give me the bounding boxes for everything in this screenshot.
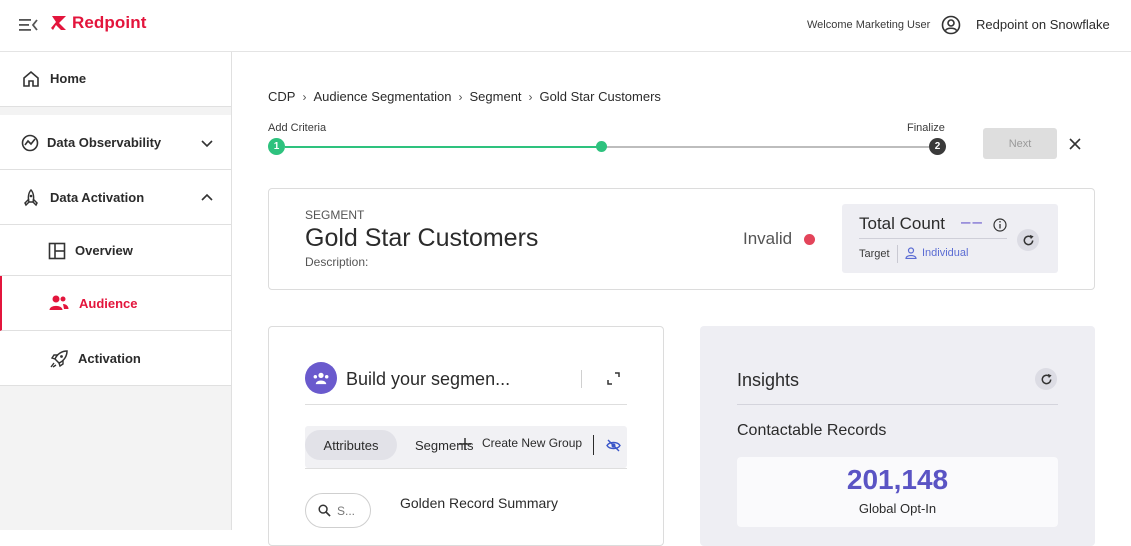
step-1-indicator[interactable]: 1	[268, 138, 285, 155]
top-bar: Redpoint Welcome Marketing User Redpoint…	[0, 0, 1131, 52]
segment-description-label: Description:	[305, 255, 369, 269]
sidebar-item-data-activation[interactable]: Data Activation	[0, 170, 231, 225]
sidebar-item-label: Data Activation	[50, 190, 145, 205]
user-account-icon[interactable]	[941, 15, 961, 35]
info-icon[interactable]	[993, 218, 1007, 232]
tabs-divider-line	[305, 468, 627, 469]
chevron-up-icon[interactable]	[201, 192, 213, 204]
builder-divider	[581, 370, 582, 388]
sidebar-item-data-observability[interactable]: Data Observability	[0, 115, 231, 170]
step-label-add-criteria: Add Criteria	[268, 122, 327, 134]
stepper-current-marker	[596, 141, 607, 152]
builder-title: Build your segmen...	[346, 369, 511, 389]
refresh-icon	[1023, 234, 1034, 245]
sidebar-item-label: Activation	[78, 351, 141, 366]
close-icon[interactable]	[1067, 136, 1083, 152]
expand-icon[interactable]	[607, 372, 620, 385]
total-count-label: Total Count	[859, 214, 945, 233]
builder-divider-line	[305, 404, 627, 405]
sidebar-item-label: Data Observability	[47, 135, 162, 150]
segment-kicker: SEGMENT	[305, 208, 365, 222]
search-icon	[318, 504, 331, 517]
target-value: Individual	[922, 247, 969, 259]
opt-in-count: 201,148	[846, 464, 949, 495]
step-label-finalize: Finalize	[907, 122, 945, 134]
breadcrumb-item[interactable]: Audience Segmentation	[313, 89, 451, 104]
breadcrumb-item[interactable]: CDP	[268, 89, 295, 104]
contactable-records-title: Contactable Records	[737, 422, 887, 439]
redpoint-logo-icon	[51, 16, 66, 30]
search-placeholder: S...	[337, 503, 356, 518]
eye-off-icon[interactable]	[606, 438, 621, 453]
tabs-divider	[593, 435, 594, 455]
brand-name: Redpoint	[72, 13, 147, 32]
sidebar-item-overview[interactable]: Overview	[0, 225, 231, 276]
insights-divider	[737, 404, 1058, 405]
layout-icon	[48, 242, 66, 260]
sidebar-item-activation[interactable]: Activation	[0, 331, 231, 386]
home-icon	[23, 70, 39, 87]
segment-name: Gold Star Customers	[305, 224, 539, 252]
insights-title: Insights	[737, 370, 800, 390]
chevron-right-icon: ›	[528, 89, 533, 104]
step-2-indicator[interactable]: 2	[929, 138, 946, 155]
group-icon	[305, 362, 337, 394]
chevron-right-icon: ›	[458, 89, 463, 104]
status-label: Invalid	[743, 229, 793, 248]
golden-record-summary-heading[interactable]: Golden Record Summary	[400, 495, 558, 511]
attribute-search-input[interactable]: S...	[305, 493, 371, 528]
person-icon	[905, 247, 917, 259]
sidebar-item-audience[interactable]: Audience	[0, 276, 231, 331]
sidebar-item-label: Overview	[75, 243, 133, 258]
chevron-down-icon[interactable]	[201, 137, 213, 149]
next-button[interactable]: Next	[983, 128, 1057, 159]
refresh-insights-button[interactable]	[1035, 368, 1057, 390]
chevron-right-icon: ›	[302, 89, 307, 104]
rocket-icon	[24, 189, 38, 207]
sidebar-item-home[interactable]: Home	[0, 52, 231, 107]
welcome-text: Welcome Marketing User	[807, 19, 931, 31]
stepper-progress	[285, 146, 601, 148]
segment-status: Invalid	[743, 229, 816, 249]
breadcrumb-item[interactable]: Segment	[470, 89, 522, 104]
total-count-divider	[859, 238, 1007, 239]
create-new-group-button[interactable]: Create New Group	[482, 436, 582, 450]
sidebar: Home Data Observability Data Activation …	[0, 52, 232, 530]
opt-in-label: Global Opt-In	[858, 501, 937, 516]
refresh-count-button[interactable]	[1017, 229, 1039, 251]
breadcrumb: CDP › Audience Segmentation › Segment › …	[268, 89, 661, 104]
target-selector[interactable]: Individual	[905, 247, 968, 259]
plus-icon[interactable]	[458, 437, 472, 451]
total-count-value: ––	[961, 212, 984, 231]
chart-circle-icon	[21, 134, 39, 152]
refresh-icon	[1041, 373, 1052, 384]
sidebar-item-label: Audience	[79, 296, 138, 311]
sidebar-item-label: Home	[50, 71, 87, 86]
target-label: Target	[859, 248, 890, 260]
menu-collapse-icon[interactable]	[18, 15, 38, 35]
users-icon	[49, 295, 69, 310]
target-divider	[897, 245, 898, 263]
brand-logo[interactable]: Redpoint	[50, 13, 146, 33]
rocket-launch-icon	[50, 350, 68, 368]
breadcrumb-current: Gold Star Customers	[539, 89, 661, 104]
tenant-name[interactable]: Redpoint on Snowflake	[976, 17, 1110, 32]
status-dot-icon	[804, 233, 816, 245]
tab-attributes[interactable]: Attributes	[305, 430, 397, 460]
stepper-remaining	[601, 146, 929, 148]
